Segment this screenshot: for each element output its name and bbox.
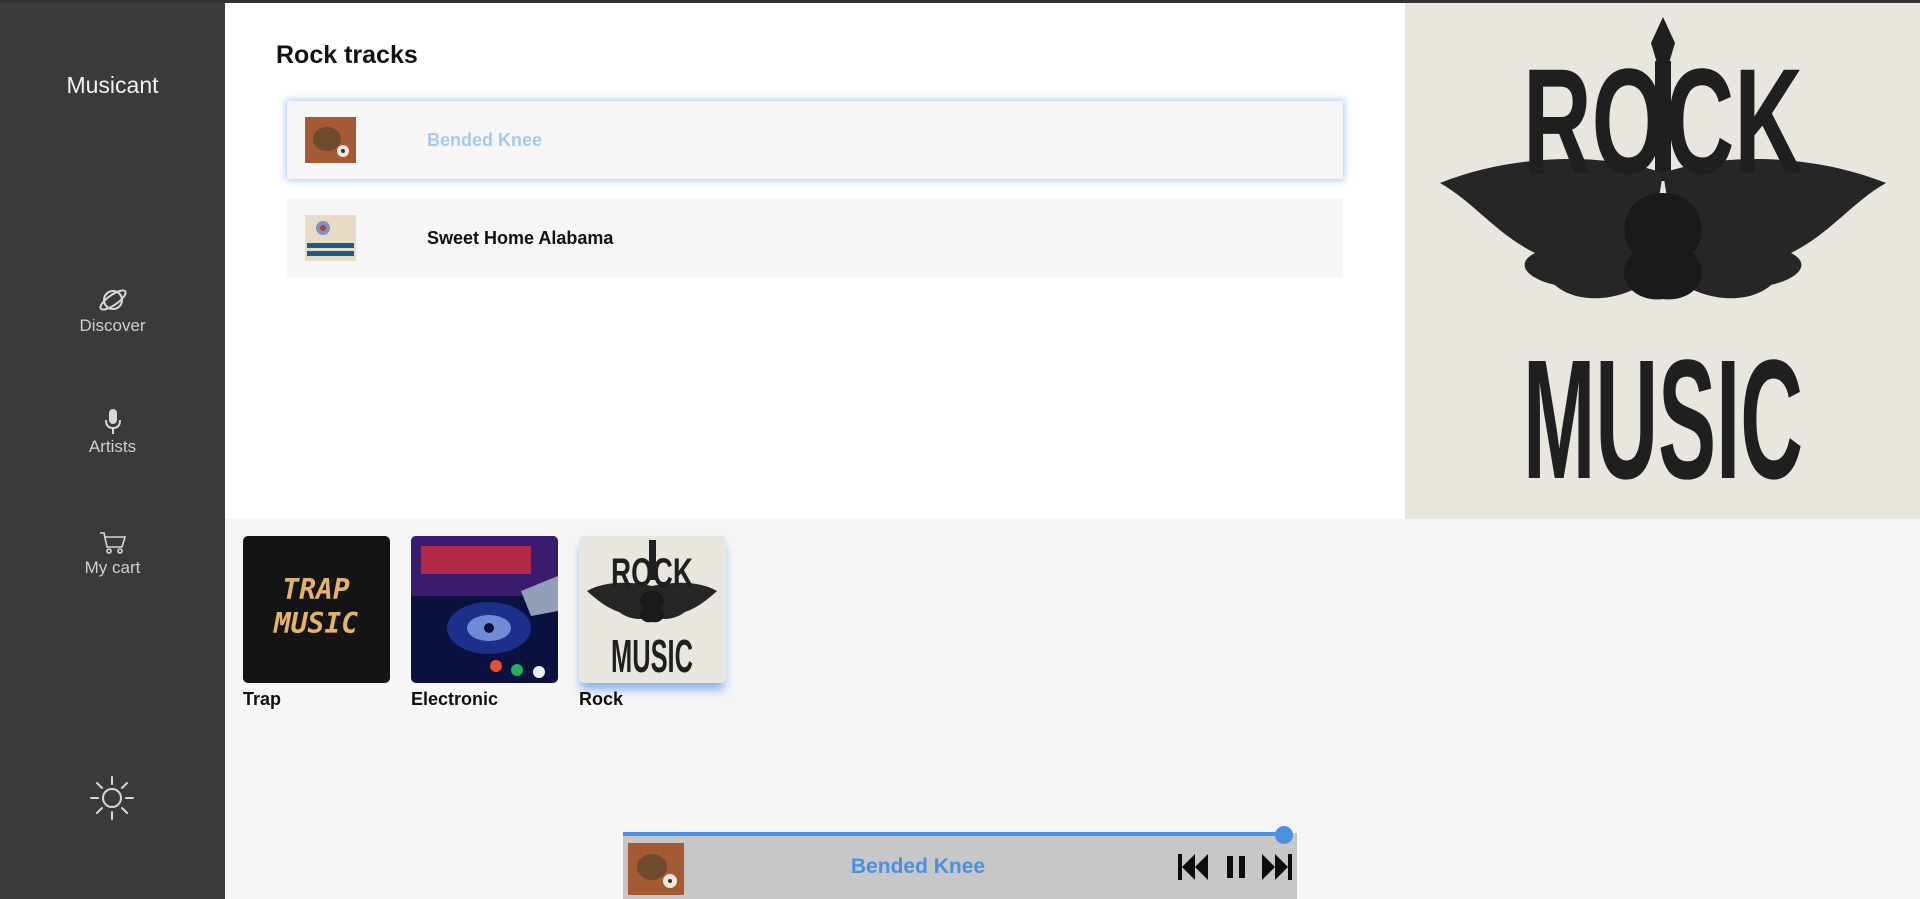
genre-cover: TRAP MUSIC [243, 536, 390, 683]
album-art-thumbnail [305, 215, 356, 261]
album-art-thumbnail [305, 117, 356, 163]
sidebar-item-label: Discover [79, 316, 146, 335]
progress-handle[interactable] [1275, 826, 1293, 844]
sun-icon[interactable] [89, 775, 135, 821]
genre-card-rock[interactable]: ROCK MUSIC Rock [579, 536, 726, 710]
genre-name: Trap [243, 689, 282, 709]
cover-text: ROCK [611, 551, 693, 595]
genre-card-trap[interactable]: TRAP MUSIC Trap [243, 536, 390, 710]
cover-text: MUSIC [273, 607, 358, 640]
top-border [0, 0, 1920, 3]
sidebar-item-artists[interactable]: Artists [0, 405, 225, 475]
page-title: Rock tracks [276, 41, 418, 69]
track-row[interactable]: Sweet Home Alabama [287, 199, 1343, 277]
cover-text: TRAP [282, 573, 350, 606]
now-playing-title: Bended Knee [850, 855, 986, 878]
app-brand[interactable]: Musicant [0, 72, 225, 99]
tracks-panel: Rock tracks Bended Knee Sweet Home Alaba… [225, 3, 1405, 519]
genre-hero-image: ROCK MUSIC [1405, 3, 1920, 519]
rock-music-logo: ROCK MUSIC [1405, 3, 1920, 519]
logo-text-bottom: MUSIC [1523, 325, 1803, 515]
sidebar: Musicant Discover Artists My cart [0, 0, 225, 899]
genre-name: Electronic [411, 689, 499, 709]
sidebar-item-discover[interactable]: Discover [0, 284, 225, 354]
sidebar-item-label: My cart [84, 558, 141, 577]
sidebar-item-cart[interactable]: My cart [0, 526, 225, 596]
now-playing-thumbnail [628, 843, 684, 895]
next-icon[interactable] [1260, 851, 1294, 883]
progress-bar[interactable] [623, 832, 1285, 836]
track-title: Bended Knee [427, 130, 543, 150]
cover-text: MUSIC [611, 630, 693, 682]
pause-icon[interactable] [1219, 851, 1253, 883]
genre-cover [411, 536, 558, 683]
planet-icon [98, 289, 127, 311]
sidebar-item-label: Artists [88, 437, 137, 456]
track-title: Sweet Home Alabama [427, 228, 614, 248]
genre-name: Rock [579, 689, 624, 709]
audio-player: Bended Knee [623, 833, 1297, 899]
logo-text-top: ROCK [1523, 37, 1803, 205]
cart-icon [99, 532, 126, 554]
genre-card-electronic[interactable]: Electronic [411, 536, 558, 710]
previous-icon[interactable] [1176, 851, 1210, 883]
microphone-icon [104, 409, 121, 434]
track-row[interactable]: Bended Knee [287, 101, 1343, 179]
genre-cover: ROCK MUSIC [579, 536, 726, 683]
